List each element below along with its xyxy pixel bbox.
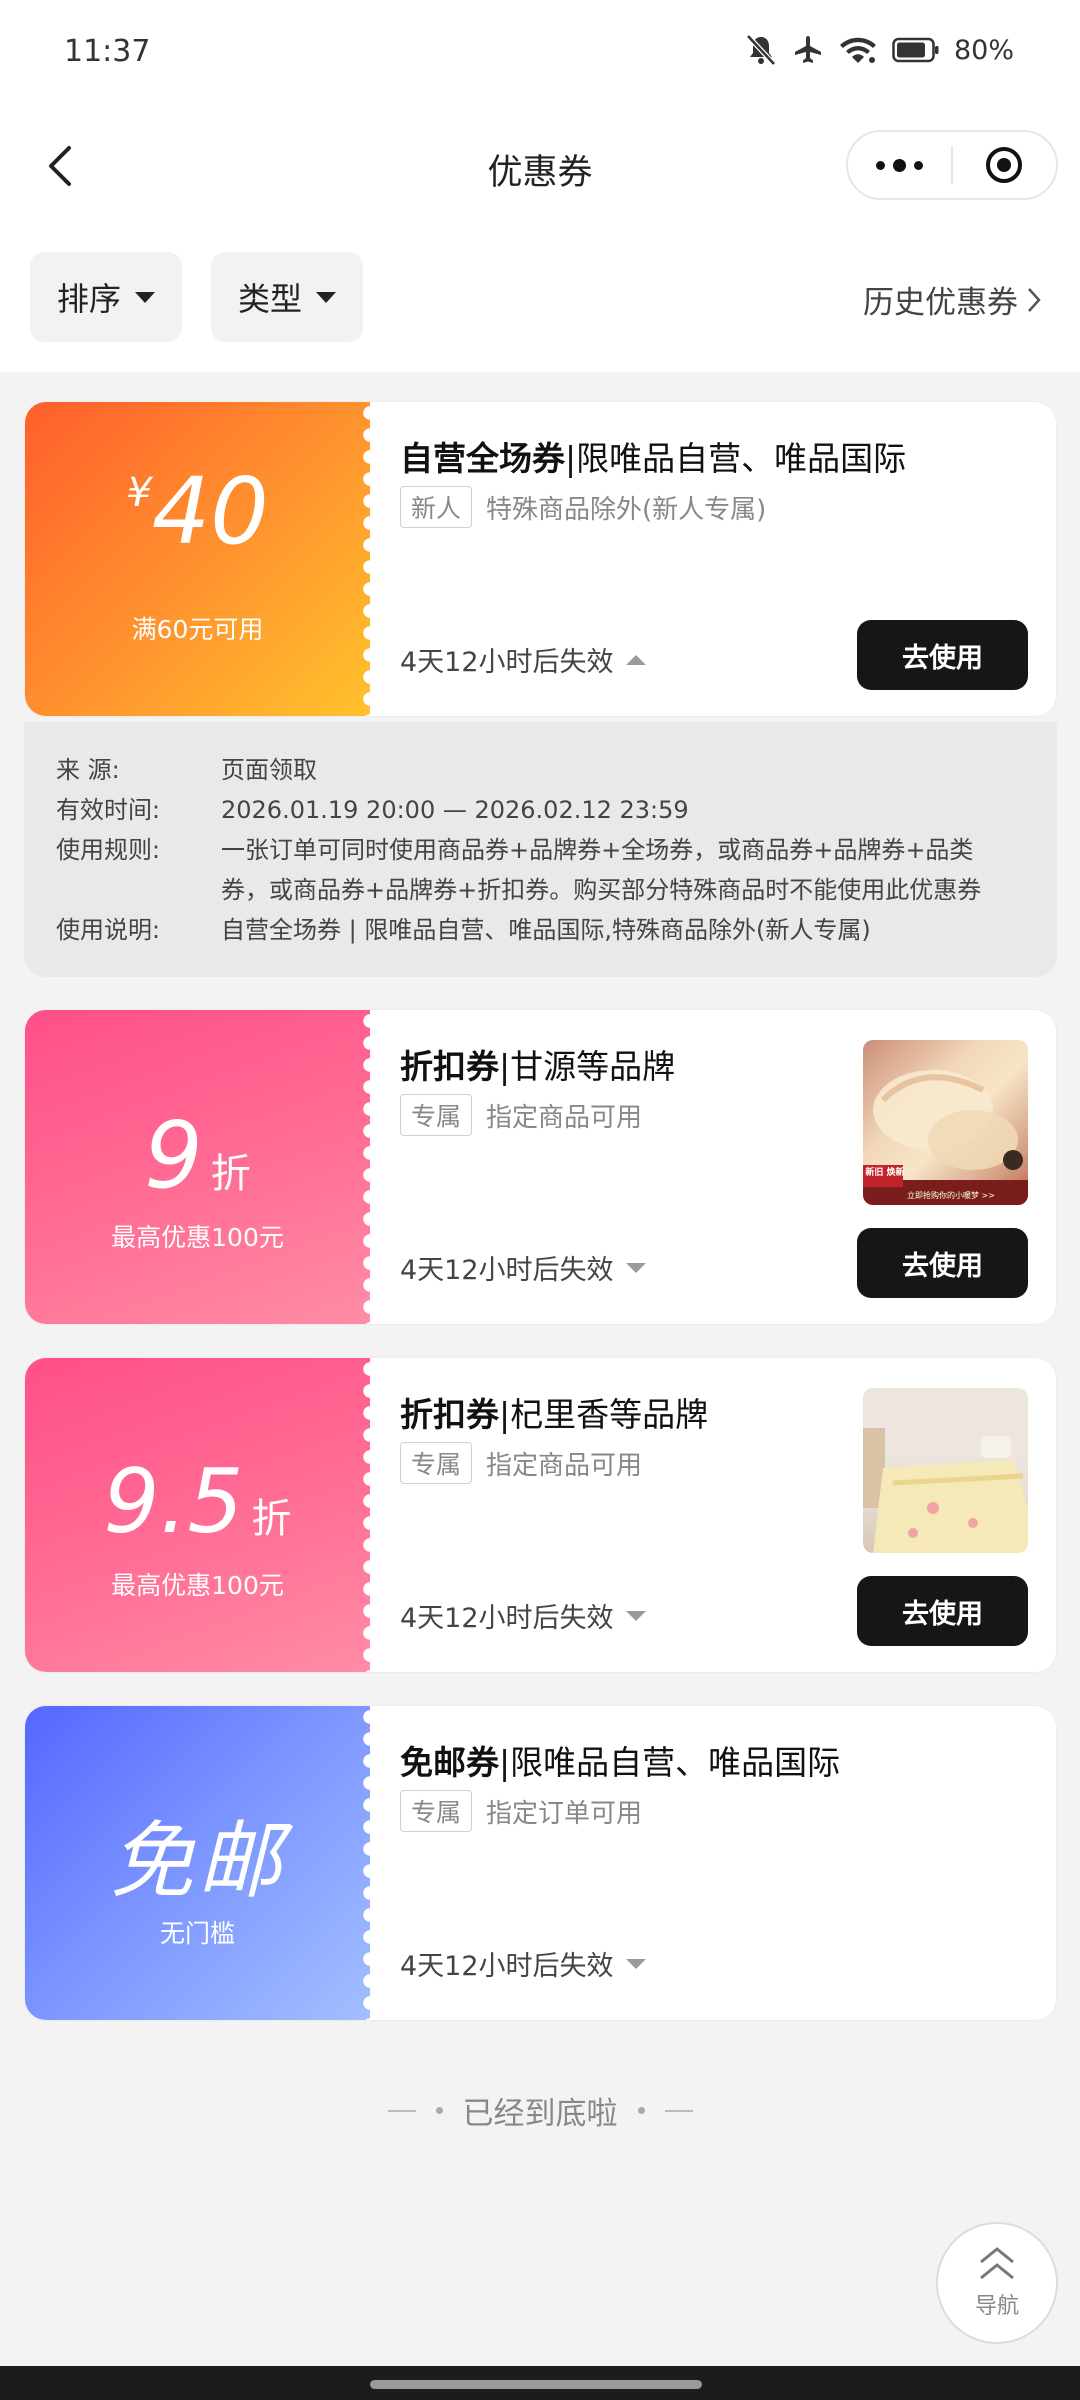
coupon-amount: ¥40 [25, 458, 370, 565]
coupon-title: 免邮券|限唯品自营、唯品国际 [400, 1743, 841, 1782]
end-of-list: 已经到底啦 [0, 2088, 1080, 2133]
nav-bar: 优惠券 [0, 110, 1080, 222]
detail-row-rules: 使用规则: 一张订单可同时使用商品券+品牌券+全场券，或商品券+品牌券+品类券，… [56, 836, 982, 904]
coupon-value-panel: 免邮 无门槛 [25, 1706, 377, 2020]
coupon-expire: 4天12小时后失效 [400, 1603, 614, 1634]
home-indicator[interactable] [370, 2380, 702, 2389]
close-target-icon [986, 147, 1023, 183]
product-thumbnail[interactable]: 新旧 焕新 立即抢购你的小暖梦 >> [863, 1040, 1028, 1205]
coupon-expire-toggle[interactable]: 4天12小时后失效 [400, 1248, 646, 1287]
currency-symbol: ¥ [126, 470, 152, 516]
coupon-tag: 新人 [400, 486, 473, 528]
coupon-expire-toggle[interactable]: 4天12小时后失效 [400, 640, 646, 679]
type-filter-button[interactable]: 类型 [211, 252, 363, 342]
sort-label: 排序 [56, 280, 121, 318]
coupon-condition: 最高优惠100元 [111, 1571, 284, 1600]
floating-nav-button[interactable]: 导航 [936, 2222, 1058, 2344]
coupon-condition: 最高优惠100元 [111, 1223, 284, 1252]
filter-bar: 排序 类型 历史优惠券 [0, 222, 1080, 372]
coupon-title: 折扣券|甘源等品牌 [400, 1047, 676, 1086]
status-bar: 11:37 80% [0, 0, 1080, 110]
use-coupon-button[interactable]: 去使用 [857, 1576, 1028, 1646]
use-coupon-button[interactable]: 去使用 [857, 1228, 1028, 1298]
airplane-icon [792, 34, 824, 66]
coupon-condition: 满60元可用 [131, 615, 264, 644]
coupon-value-panel: 9折 最高优惠100元 [25, 1010, 377, 1324]
coupon-tags: 专属 指定订单可用 [400, 1790, 642, 1832]
wifi-icon [838, 34, 878, 66]
use-coupon-button[interactable]: 去使用 [857, 620, 1028, 690]
bell-muted-icon [744, 34, 778, 66]
history-coupons-link[interactable]: 历史优惠券 [863, 277, 1042, 322]
mini-program-capsule [846, 130, 1058, 200]
coupon-condition: 无门槛 [159, 1919, 235, 1948]
status-icons: 80% [744, 34, 1014, 66]
coupon-expire: 4天12小时后失效 [400, 1951, 614, 1982]
end-text: 已经到底啦 [462, 2096, 618, 2132]
caret-down-icon [135, 291, 155, 303]
coupon-tag: 专属 [400, 1442, 473, 1484]
detail-row-source: 来 源: 页面领取 [56, 756, 317, 784]
more-icon [876, 160, 885, 170]
battery-percent: 80% [953, 34, 1014, 66]
coupon-tags: 专属 指定商品可用 [400, 1094, 642, 1136]
history-label: 历史优惠券 [863, 285, 1018, 321]
coupon-desc: 指定商品可用 [486, 1450, 643, 1481]
coupon-expire-toggle[interactable]: 4天12小时后失效 [400, 1596, 646, 1635]
coupon-desc: 指定商品可用 [486, 1102, 643, 1133]
coupon-card: 免邮 无门槛 免邮券|限唯品自营、唯品国际 专属 指定订单可用 4天12小时后失… [24, 1705, 1057, 2021]
coupon-unit: 折 [210, 1151, 251, 1197]
coupon-amount: 9折 [25, 1102, 370, 1209]
caret-down-icon [625, 1262, 646, 1273]
coupon-value-panel: 9.5 折 最高优惠100元 [25, 1358, 377, 1672]
caret-down-icon [316, 291, 336, 303]
detail-row-usage: 使用说明: 自营全场券 | 限唯品自营、唯品国际,特殊商品除外(新人专属) [56, 916, 871, 944]
coupon-unit: 折 [251, 1496, 292, 1542]
coupon-expire: 4天12小时后失效 [400, 647, 614, 678]
coupon-tags: 新人 特殊商品除外(新人专属) [400, 486, 766, 528]
coupon-desc: 特殊商品除外(新人专属) [486, 494, 767, 525]
caret-down-icon [625, 1958, 646, 1969]
coupon-value: 9 [144, 1102, 203, 1209]
product-image [863, 1070, 1028, 1205]
coupon-title: 自营全场券|限唯品自营、唯品国际 [400, 439, 907, 478]
status-time: 11:37 [64, 34, 151, 69]
coupon-value: 40 [151, 458, 269, 565]
caret-down-icon [625, 1610, 646, 1621]
close-button[interactable] [953, 132, 1056, 198]
gesture-bar [0, 2366, 1080, 2400]
coupon-desc: 指定订单可用 [486, 1798, 643, 1829]
coupon-card: 9.5 折 最高优惠100元 折扣券|杞里香等品牌 专属 指定商品可用 4天12小… [24, 1357, 1057, 1673]
thumb-badge: 新旧 焕新 [865, 1168, 905, 1178]
sort-filter-button[interactable]: 排序 [30, 252, 182, 342]
caret-up-icon [625, 654, 646, 665]
floating-nav-label: 导航 [974, 2294, 1019, 2319]
battery-icon [892, 36, 940, 64]
coupon-expire-toggle[interactable]: 4天12小时后失效 [400, 1944, 646, 1983]
product-image [863, 1388, 1028, 1553]
coupon-value: 免邮 [109, 1812, 286, 1910]
thumb-caption: 立即抢购你的小暖梦 >> [907, 1191, 995, 1200]
coupon-details-panel: 来 源: 页面领取 有效时间: 2026.01.19 20:00 — 2026.… [24, 722, 1057, 977]
coupon-tag: 专属 [400, 1790, 473, 1832]
coupon-value: 9.5 [103, 1450, 244, 1553]
coupon-card: 9折 最高优惠100元 折扣券|甘源等品牌 专属 指定商品可用 新旧 焕新 立即… [24, 1009, 1057, 1325]
double-chevron-up-icon [980, 2247, 1014, 2280]
coupon-tags: 专属 指定商品可用 [400, 1442, 642, 1484]
coupon-title: 折扣券|杞里香等品牌 [400, 1395, 709, 1434]
coupon-tag: 专属 [400, 1094, 473, 1136]
coupon-expire: 4天12小时后失效 [400, 1255, 614, 1286]
more-button[interactable] [848, 132, 951, 198]
coupon-amount: 9.5 折 [25, 1450, 370, 1553]
coupon-value-panel: ¥40 满60元可用 [25, 402, 377, 716]
coupon-card: ¥40 满60元可用 自营全场券|限唯品自营、唯品国际 新人 特殊商品除外(新人… [24, 401, 1057, 717]
type-label: 类型 [237, 280, 302, 318]
product-thumbnail[interactable] [863, 1388, 1028, 1553]
detail-row-valid: 有效时间: 2026.01.19 20:00 — 2026.02.12 23:5… [56, 796, 689, 824]
chevron-right-icon [1028, 287, 1041, 312]
